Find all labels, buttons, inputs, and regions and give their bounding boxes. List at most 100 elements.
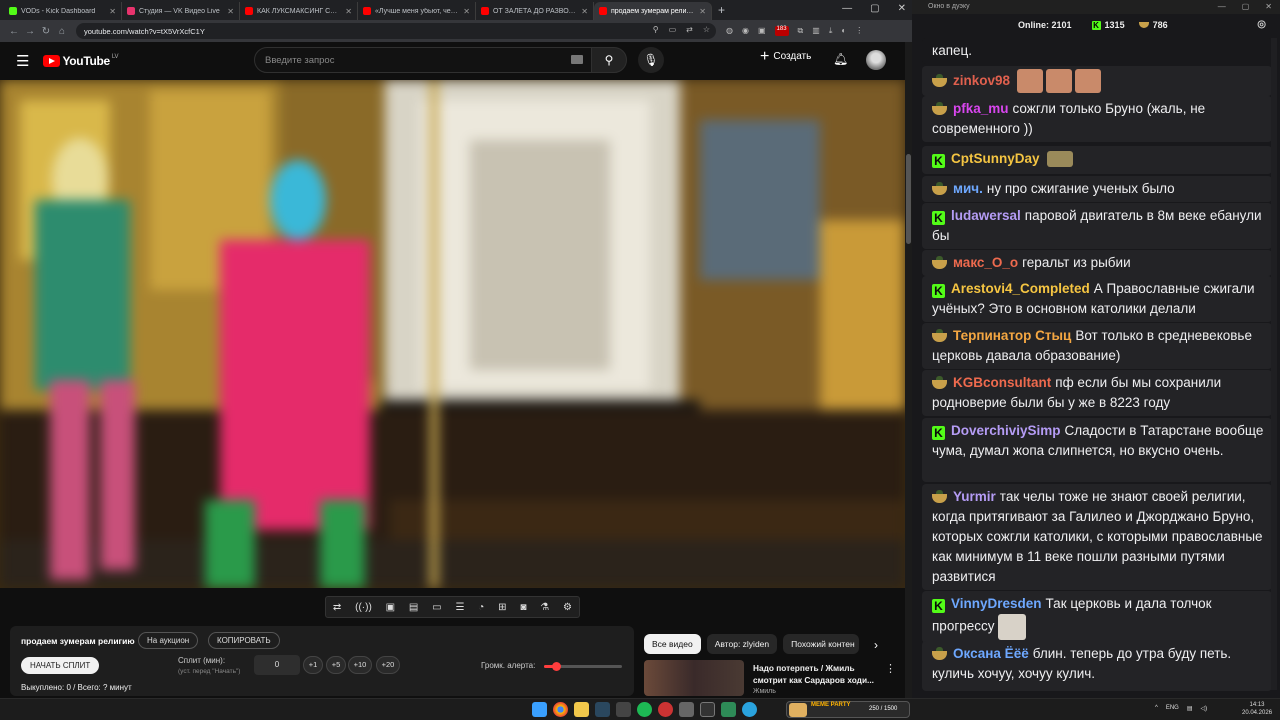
extension-badge[interactable]: 183 bbox=[774, 26, 789, 36]
speed-icon[interactable]: ◔ bbox=[478, 602, 484, 613]
url-field[interactable]: youtube.com/watch?v=tX5VrXcfC1Y ⚲ ▭ ⇄ ☆ bbox=[76, 23, 716, 39]
tab-youtube-active[interactable]: продаем зумерам религию - ✕ bbox=[594, 2, 712, 20]
split-minutes-input[interactable]: 0 bbox=[254, 655, 300, 675]
language-indicator[interactable]: ENG bbox=[1166, 705, 1179, 712]
chat-username[interactable]: Оксана Ёёё bbox=[953, 646, 1029, 661]
recommended-channel[interactable]: Жмиль bbox=[753, 688, 776, 695]
copy-button[interactable]: КОПИРОВАТЬ bbox=[208, 632, 280, 649]
home-icon[interactable]: ⌂ bbox=[54, 26, 70, 37]
scrollbar-thumb[interactable] bbox=[906, 154, 911, 244]
bookmark-star-icon[interactable]: ☆ bbox=[703, 25, 710, 34]
extension-2-icon[interactable]: ◉ bbox=[742, 26, 749, 36]
meme-party-widget[interactable]: MEME PARTY 250 / 1500 bbox=[786, 701, 910, 718]
maximize-icon[interactable]: ▢ bbox=[870, 3, 879, 14]
close-tab-icon[interactable]: ✕ bbox=[109, 7, 116, 16]
windows-start-icon[interactable] bbox=[532, 702, 547, 717]
loop-icon[interactable]: ⇄ bbox=[333, 602, 341, 613]
recommended-title[interactable]: Надо потерпеть / Жмиль смотрит как Сарда… bbox=[753, 662, 883, 686]
auction-button[interactable]: На аукцион bbox=[138, 632, 199, 649]
video-player[interactable] bbox=[0, 80, 905, 588]
chat-username[interactable]: ludawersal bbox=[951, 208, 1021, 223]
chat-username[interactable]: Терпинатор Стыц bbox=[953, 328, 1071, 343]
create-button[interactable]: + Создать bbox=[760, 48, 811, 64]
close-window-icon[interactable]: ✕ bbox=[1265, 0, 1272, 14]
increment-20-button[interactable]: +20 bbox=[376, 656, 400, 674]
alert-volume-slider[interactable] bbox=[544, 662, 622, 671]
download-icon[interactable]: ⤓ bbox=[829, 26, 833, 36]
audio-icon[interactable]: ((·)) bbox=[355, 602, 372, 613]
keyboard-icon[interactable] bbox=[571, 55, 583, 64]
chat-username[interactable]: Yurmir bbox=[953, 489, 996, 504]
chat-username[interactable]: KGBconsultant bbox=[953, 375, 1051, 390]
chat-username[interactable]: макс_O_o bbox=[953, 255, 1018, 270]
network-icon[interactable]: ▤ bbox=[1187, 705, 1193, 712]
close-tab-icon[interactable]: ✕ bbox=[463, 7, 470, 16]
chat-username[interactable]: мич. bbox=[953, 181, 983, 196]
chrome-icon[interactable] bbox=[553, 702, 568, 717]
spotify-icon[interactable] bbox=[637, 702, 652, 717]
media-icon[interactable] bbox=[616, 702, 631, 717]
hamburger-menu-icon[interactable]: ☰ bbox=[16, 52, 29, 70]
recommended-thumbnail[interactable] bbox=[644, 660, 744, 696]
app-grey-icon[interactable] bbox=[679, 702, 694, 717]
chat-username[interactable]: DoverchiviySimp bbox=[951, 423, 1061, 438]
telegram-icon[interactable] bbox=[742, 702, 757, 717]
chip-all-videos[interactable]: Все видео bbox=[644, 634, 701, 654]
app-red-icon[interactable] bbox=[658, 702, 673, 717]
forward-icon[interactable]: → bbox=[22, 26, 38, 37]
chat-username[interactable]: CptSunnyDay bbox=[951, 151, 1040, 166]
youtube-logo[interactable]: YouTube LV bbox=[43, 54, 119, 68]
close-window-icon[interactable]: ✕ bbox=[898, 3, 906, 14]
notifications-bell-icon[interactable]: 🔔︎ bbox=[833, 52, 848, 66]
maximize-icon[interactable]: ▢ bbox=[1242, 0, 1250, 14]
minimize-icon[interactable]: — bbox=[842, 3, 852, 14]
subtitles-icon[interactable]: ☰ bbox=[455, 602, 464, 613]
tray-chevron-icon[interactable]: ^ bbox=[1155, 705, 1158, 712]
slider-knob[interactable] bbox=[551, 662, 561, 671]
close-tab-icon[interactable]: ✕ bbox=[699, 7, 706, 16]
new-tab-button[interactable]: + bbox=[718, 3, 725, 17]
minimize-icon[interactable]: — bbox=[1218, 0, 1226, 14]
back-icon[interactable]: ← bbox=[6, 26, 22, 37]
clock[interactable]: 14:13 20.04.2026 bbox=[1242, 701, 1272, 717]
settings-icon[interactable]: ◎ bbox=[1257, 19, 1266, 30]
reload-icon[interactable]: ↻ bbox=[38, 26, 54, 37]
app-green-icon[interactable] bbox=[721, 702, 736, 717]
cast-icon[interactable]: ▭ bbox=[669, 25, 677, 34]
extension-3-icon[interactable]: ▣ bbox=[758, 26, 766, 36]
zoom-icon[interactable]: ⚲ bbox=[653, 25, 659, 34]
start-split-button[interactable]: НАЧАТЬ СПЛИТ bbox=[21, 657, 100, 674]
close-tab-icon[interactable]: ✕ bbox=[581, 7, 588, 16]
search-button[interactable]: ⚲ bbox=[591, 47, 627, 73]
menu-dots-icon[interactable]: ⋮ bbox=[855, 26, 863, 36]
flask-icon[interactable]: ⚗ bbox=[540, 602, 549, 613]
steam-icon[interactable] bbox=[595, 702, 610, 717]
screenshot-camera-icon[interactable]: ◙ bbox=[520, 602, 526, 613]
tab-kick-vods[interactable]: VODs - Kick Dashboard ✕ bbox=[4, 2, 122, 20]
extensions-puzzle-icon[interactable]: ⧉ bbox=[798, 26, 804, 36]
chat-scrollbar[interactable] bbox=[1271, 38, 1277, 690]
chat-username[interactable]: VinnyDresden bbox=[951, 596, 1042, 611]
close-tab-icon[interactable]: ✕ bbox=[227, 7, 234, 16]
volume-icon[interactable]: ◁) bbox=[1201, 705, 1208, 712]
screen-record-icon[interactable]: ▣ bbox=[386, 602, 395, 613]
chat-username[interactable]: zinkov98 bbox=[953, 73, 1010, 88]
filmstrip-icon[interactable]: ▤ bbox=[409, 602, 418, 613]
page-scrollbar[interactable] bbox=[905, 42, 912, 698]
tab-vk-studio[interactable]: Студия — VK Видео Live ✕ bbox=[122, 2, 240, 20]
tab-youtube-3[interactable]: ОТ ЗАЛЕТА ДО РАЗВОДА: пол✕ bbox=[476, 2, 594, 20]
voice-search-button[interactable]: 🎙︎ bbox=[638, 47, 664, 73]
increment-1-button[interactable]: +1 bbox=[303, 656, 323, 674]
tab-youtube-2[interactable]: «Лучше меня убьют, чем на н✕ bbox=[358, 2, 476, 20]
tab-youtube-1[interactable]: КАК ЛУКСМАКСИНГ СДЕЛАЛ✕ bbox=[240, 2, 358, 20]
close-tab-icon[interactable]: ✕ bbox=[345, 7, 352, 16]
search-input[interactable]: Введите запрос bbox=[254, 47, 592, 73]
app-dark-icon[interactable] bbox=[700, 702, 715, 717]
sidebar-icon[interactable]: ▥ bbox=[812, 26, 820, 36]
translate-icon[interactable]: ⇄ bbox=[686, 25, 693, 34]
picture-in-picture-icon[interactable]: ▭ bbox=[432, 602, 441, 613]
chip-author[interactable]: Автор: zlyiden bbox=[706, 634, 778, 654]
chat-username[interactable]: Arestovi4_Completed bbox=[951, 281, 1090, 296]
increment-10-button[interactable]: +10 bbox=[348, 656, 372, 674]
explorer-icon[interactable] bbox=[574, 702, 589, 717]
